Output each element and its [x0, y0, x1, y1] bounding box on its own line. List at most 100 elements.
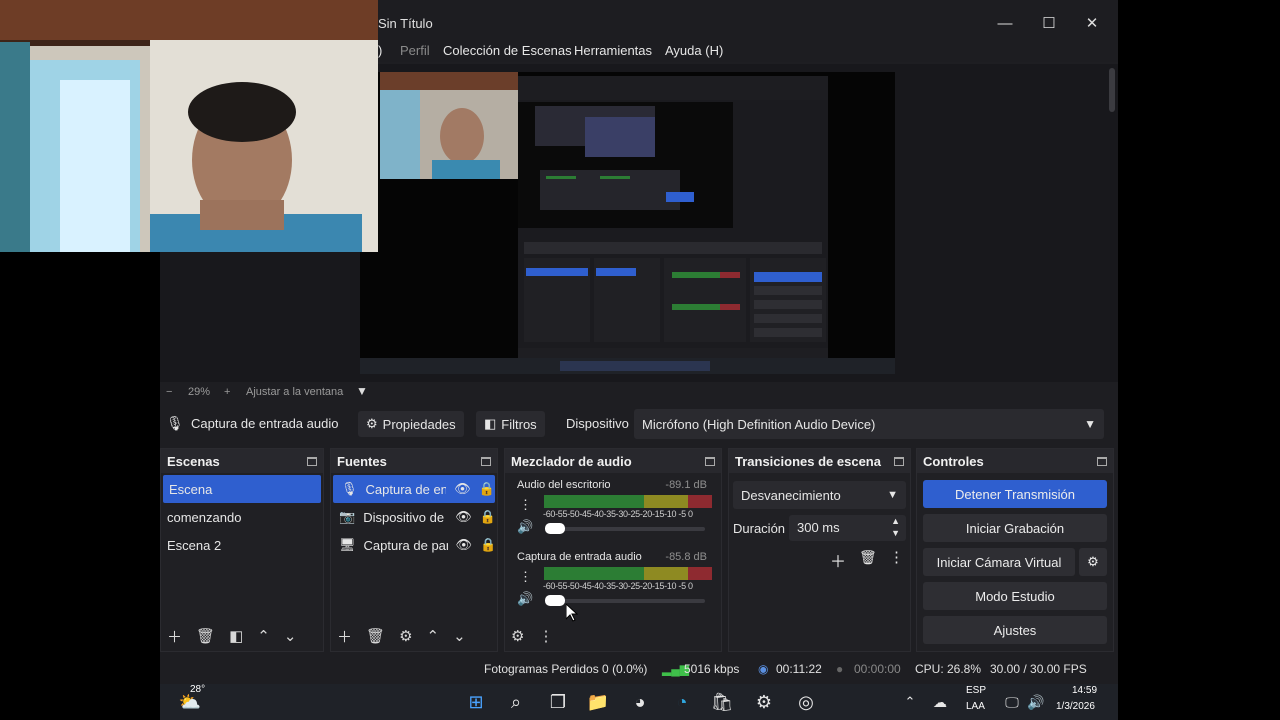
stepper-down-icon[interactable]: ▼ [891, 528, 900, 538]
obs-icon[interactable]: ◎ [792, 688, 820, 716]
properties-button[interactable]: ⚙ Propiedades [358, 411, 464, 437]
speaker-icon[interactable]: 🔊 [517, 591, 533, 607]
stream-icon: ◉ [758, 662, 769, 676]
more-options-icon[interactable]: ⋮ [538, 627, 553, 645]
stop-streaming-button[interactable]: Detener Transmisión [923, 480, 1107, 508]
more-options-icon[interactable]: ⋮ [519, 569, 532, 585]
chevron-down-icon: ▼ [887, 489, 898, 501]
device-select[interactable]: Micrófono (High Definition Audio Device)… [634, 409, 1104, 439]
network-app-icon[interactable]: ☁ [926, 688, 954, 716]
lock-icon[interactable]: 🔒 [480, 509, 496, 525]
monitor-icon: 🖥 [339, 537, 356, 552]
zoom-out-button[interactable]: − [166, 386, 172, 398]
zoom-dropdown-icon[interactable]: ▼ [356, 384, 368, 398]
eye-icon[interactable]: 👁 [455, 509, 472, 525]
language-bottom[interactable]: LAA [966, 701, 985, 712]
record-time: 00:00:00 [854, 662, 901, 676]
move-down-icon[interactable]: ⌄ [284, 627, 297, 645]
source-properties-icon[interactable]: ⚙ [399, 627, 412, 645]
language-top[interactable]: ESP [966, 685, 986, 696]
start-recording-button[interactable]: Iniciar Grabación [923, 514, 1107, 542]
zoom-in-button[interactable]: + [224, 386, 230, 398]
steam-icon[interactable]: ⚙ [750, 688, 778, 716]
add-scene-icon[interactable]: ＋ [167, 626, 182, 647]
scenes-title: Escenas [167, 453, 220, 469]
transitions-title: Transiciones de escena [735, 453, 881, 469]
maximize-button[interactable]: ☐ [1029, 10, 1069, 36]
scrollbar-thumb[interactable] [1109, 68, 1115, 112]
zoom-value: 29% [188, 386, 211, 398]
volume-slider-knob[interactable] [545, 523, 565, 534]
screen: Sin Título — ☐ ✕ ) Perfil Colección de E… [0, 0, 1280, 720]
selected-source-name: Captura de entrada audio [191, 416, 339, 431]
move-down-icon[interactable]: ⌄ [453, 627, 466, 645]
add-transition-icon[interactable]: ＋ [830, 548, 846, 572]
file-explorer-icon[interactable]: 📁 [584, 688, 612, 716]
lock-icon[interactable]: 🔒 [480, 537, 496, 553]
clock-time[interactable]: 14:59 [1072, 685, 1097, 696]
menu-item-partial[interactable]: ) [378, 43, 382, 58]
add-source-icon[interactable]: ＋ [337, 626, 352, 647]
transition-value: Desvanecimiento [741, 487, 841, 503]
task-view-icon[interactable]: ❐ [544, 688, 572, 716]
volume-slider-knob[interactable] [545, 595, 565, 606]
duration-input[interactable]: 300 ms ▲ ▼ [789, 515, 906, 541]
mouse-cursor [566, 604, 578, 622]
chrome-icon[interactable]: ◕ [626, 688, 654, 716]
undock-icon[interactable] [705, 456, 715, 466]
scene-filters-icon[interactable]: ◧ [229, 627, 243, 645]
studio-mode-button[interactable]: Modo Estudio [923, 582, 1107, 610]
undock-icon[interactable] [307, 456, 317, 466]
eye-icon[interactable]: 👁 [456, 537, 473, 553]
search-icon[interactable]: ⌕ [502, 688, 530, 716]
menu-item-tools[interactable]: Herramientas [574, 43, 652, 58]
remove-scene-icon[interactable]: 🗑 [196, 627, 215, 645]
properties-label: Propiedades [382, 416, 456, 432]
undock-icon[interactable] [894, 456, 904, 466]
controls-dock: Controles Detener Transmisión Iniciar Gr… [916, 448, 1114, 652]
scene-item-comenzando[interactable]: comenzando [161, 503, 323, 531]
webcam-feed-image [0, 0, 378, 252]
move-up-icon[interactable]: ⌃ [257, 627, 270, 645]
move-up-icon[interactable]: ⌃ [427, 627, 440, 645]
source-item-audio-capture[interactable]: 🎙 Captura de entrada audio 👁 🔒 [333, 475, 495, 503]
filters-button[interactable]: ◧ Filtros [476, 411, 545, 437]
lock-icon[interactable]: 🔒 [479, 481, 495, 497]
undock-icon[interactable] [481, 456, 491, 466]
remove-source-icon[interactable]: 🗑 [366, 627, 385, 645]
speaker-icon[interactable]: 🔊 [517, 519, 533, 535]
scene-item-escena[interactable]: Escena [163, 475, 321, 503]
fit-window-button[interactable]: Ajustar a la ventana [246, 386, 343, 398]
preview-canvas[interactable] [360, 72, 895, 374]
source-item-screen-capture[interactable]: 🖥 Captura de pantalla 👁 🔒 [331, 531, 497, 559]
more-options-icon[interactable]: ⋮ [889, 548, 904, 566]
minimize-button[interactable]: — [985, 10, 1025, 36]
source-item-video-device[interactable]: 📷 Dispositivo de captura de video 👁 🔒 [331, 503, 497, 531]
menu-item-scene-collection[interactable]: Colección de Escenas [443, 43, 572, 58]
more-options-icon[interactable]: ⋮ [519, 497, 532, 513]
scene-item-escena-2[interactable]: Escena 2 [161, 531, 323, 559]
volume-icon[interactable]: 🔊 [1022, 688, 1050, 716]
webcam-overlay [0, 0, 378, 252]
volume-slider[interactable] [545, 523, 705, 534]
menu-item-help[interactable]: Ayuda (H) [665, 43, 723, 58]
chevron-up-icon[interactable]: ⌃ [896, 688, 924, 716]
advanced-audio-icon[interactable]: ⚙ [511, 627, 524, 645]
start-virtual-camera-button[interactable]: Iniciar Cámara Virtual [923, 548, 1075, 576]
virtual-camera-settings-button[interactable]: ⚙ [1079, 548, 1107, 576]
clock-date[interactable]: 1/3/2026 [1056, 701, 1095, 712]
remove-transition-icon[interactable]: 🗑 [859, 549, 877, 566]
start-icon[interactable]: ⊞ [462, 688, 490, 716]
undock-icon[interactable] [1097, 456, 1107, 466]
edge-icon[interactable]: ◔ [668, 688, 696, 716]
volume-slider[interactable] [545, 595, 705, 606]
controls-title: Controles [923, 453, 984, 469]
transition-select[interactable]: Desvanecimiento ▼ [733, 481, 906, 509]
close-button[interactable]: ✕ [1072, 10, 1112, 36]
settings-button[interactable]: Ajustes [923, 616, 1107, 644]
preview-scrollbar[interactable] [1108, 64, 1116, 382]
menu-item-profile[interactable]: Perfil [400, 43, 430, 58]
store-icon[interactable]: 🛍 [708, 688, 736, 716]
stepper-up-icon[interactable]: ▲ [891, 516, 900, 526]
eye-icon[interactable]: 👁 [454, 481, 471, 497]
